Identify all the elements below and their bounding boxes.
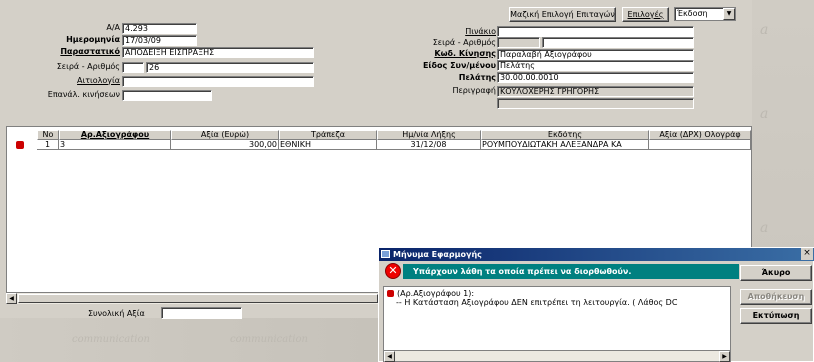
total-label: Συνολική Αξία bbox=[88, 309, 145, 318]
cancel-button[interactable]: Άκυρο bbox=[740, 265, 812, 281]
pinakio-field[interactable] bbox=[497, 26, 694, 37]
error-dialog: Μήνυμα Εφαρμογής × ✕ Υπάρχουν λάθη τα οπ… bbox=[378, 247, 814, 362]
message-line: (Αρ.Αξιογράφου 1): bbox=[397, 289, 475, 298]
bottom-decoration-panel: communication communication bbox=[0, 318, 380, 362]
message-box[interactable]: (Αρ.Αξιογράφου 1): -- Η Κατάσταση Αξιογρ… bbox=[383, 286, 731, 362]
column-header-bank[interactable]: Τράπεζα bbox=[279, 130, 377, 140]
party-type-label: Είδος Συν/μένου bbox=[422, 61, 496, 70]
customer-field[interactable]: 30.00.00.0010 bbox=[497, 72, 694, 83]
date-label: Ημερομηνία bbox=[66, 35, 120, 44]
options-button[interactable]: Επιλογές bbox=[622, 7, 669, 22]
description-field[interactable]: ΚΟΥΛΟΧΕΡΗΣ ΓΡΗΓΟΡΗΣ bbox=[497, 86, 694, 97]
dialog-title-bar[interactable]: Μήνυμα Εφαρμογής bbox=[379, 248, 814, 261]
form-area: Μαζική Επιλογή Επιταγών Επιλογές Έκδοση … bbox=[0, 0, 752, 126]
options-button-label: Επιλογές bbox=[627, 10, 664, 19]
bulk-selection-button[interactable]: Μαζική Επιλογή Επιταγών bbox=[509, 7, 616, 22]
description-label: Περιγραφή bbox=[452, 86, 496, 95]
column-header-value[interactable]: Αξία (Ευρώ) bbox=[171, 130, 279, 140]
cell-due-date[interactable]: 31/12/08 bbox=[377, 140, 481, 150]
table-row[interactable]: 1 3 300,00 ΕΘΝΙΚΗ 31/12/08 ΡΟΥΜΠΟΥΔΙΩΤΑΚ… bbox=[7, 140, 751, 150]
horizontal-scrollbar[interactable]: ◀ ▶ bbox=[384, 350, 730, 362]
series2-field[interactable] bbox=[497, 37, 540, 48]
dialog-title: Μήνυμα Εφαρμογής bbox=[393, 250, 482, 259]
pinakio-label[interactable]: Πινάκιο bbox=[430, 27, 496, 37]
error-header: Υπάρχουν λάθη τα οποία πρέπει να διορθωθ… bbox=[403, 264, 739, 279]
watermark-logo: a bbox=[760, 22, 769, 38]
customer-label: Πελάτης bbox=[458, 73, 496, 82]
receipt-label[interactable]: Παραστατικό bbox=[40, 47, 120, 57]
chevron-down-icon[interactable]: ▼ bbox=[723, 8, 735, 20]
print-button[interactable]: Εκτύπωση bbox=[740, 308, 812, 324]
cell-no[interactable]: 1 bbox=[37, 140, 59, 150]
number2-field[interactable] bbox=[542, 37, 694, 48]
watermark-logo: a bbox=[760, 220, 769, 236]
cell-check-no[interactable]: 3 bbox=[59, 140, 171, 150]
aa-field[interactable]: 4.293 bbox=[122, 23, 197, 34]
total-field[interactable] bbox=[161, 307, 242, 319]
reason-label[interactable]: Αιτιολογία bbox=[40, 76, 120, 86]
watermark-logo: a bbox=[760, 106, 769, 122]
series-field[interactable] bbox=[122, 62, 144, 73]
app-icon bbox=[381, 250, 390, 258]
series-label: Σειρά - Αριθμός bbox=[56, 62, 120, 71]
close-icon[interactable]: × bbox=[801, 248, 813, 260]
scroll-right-icon[interactable]: ▶ bbox=[719, 351, 730, 362]
scroll-thumb[interactable] bbox=[18, 294, 378, 303]
save-button[interactable]: Αποθήκευση bbox=[740, 289, 812, 305]
column-header-due-date[interactable]: Ημ/νία Λήξης bbox=[377, 130, 481, 140]
issue-select[interactable]: Έκδοση ▼ bbox=[674, 7, 736, 21]
error-flag-icon bbox=[16, 141, 24, 149]
description-field-2[interactable] bbox=[497, 98, 694, 109]
column-header-no[interactable]: Νο bbox=[37, 130, 59, 140]
cell-issuer[interactable]: ΡΟΥΜΠΟΥΔΙΩΤΑΚΗ ΑΛΕΞΑΝΔΡΑ ΚΑ bbox=[481, 140, 649, 150]
column-header-drx[interactable]: Αξία (ΔΡΧ) Ολογράφ bbox=[649, 130, 751, 140]
column-header-issuer[interactable]: Εκδότης bbox=[481, 130, 649, 140]
scroll-left-icon[interactable]: ◀ bbox=[384, 351, 395, 362]
error-flag-icon bbox=[387, 290, 394, 297]
receipt-field[interactable]: ΑΠΟΔΕΙΞΗ ΕΙΣΠΡΑΞΗΣ bbox=[122, 47, 314, 58]
reason-field[interactable] bbox=[122, 76, 314, 87]
column-header-check-no[interactable]: Αρ.Αξιογράφου bbox=[59, 130, 171, 140]
cell-value[interactable]: 300,00 bbox=[171, 140, 279, 150]
series2-label: Σειρά - Αριθμός bbox=[432, 38, 496, 47]
watermark-text: communication bbox=[230, 334, 308, 345]
watermark-text: communication bbox=[72, 334, 150, 345]
issue-select-value: Έκδοση bbox=[677, 9, 708, 18]
date-field[interactable]: 17/03/09 bbox=[122, 35, 197, 46]
cell-bank[interactable]: ΕΘΝΙΚΗ bbox=[279, 140, 377, 150]
number-field[interactable]: 26 bbox=[146, 62, 314, 73]
movement-code-label[interactable]: Κωδ. Κίνησης bbox=[420, 49, 496, 59]
cell-drx[interactable] bbox=[649, 140, 751, 150]
movement-code-field[interactable]: Παραλαβή Αξιογράφου bbox=[497, 49, 694, 60]
message-line: -- Η Κατάσταση Αξιογράφου ΔΕΝ επιτρέπει … bbox=[396, 298, 678, 307]
error-icon: ✕ bbox=[385, 263, 401, 279]
app-window: a a a communication communication Μαζική… bbox=[0, 0, 814, 362]
repeat-label: Επανάλ. κινήσεων bbox=[47, 90, 120, 99]
party-type-field[interactable]: Πελάτης bbox=[497, 60, 694, 71]
scroll-left-icon[interactable]: ◀ bbox=[6, 293, 17, 304]
repeat-field[interactable] bbox=[122, 90, 212, 101]
aa-label: Α/Α bbox=[106, 23, 120, 32]
